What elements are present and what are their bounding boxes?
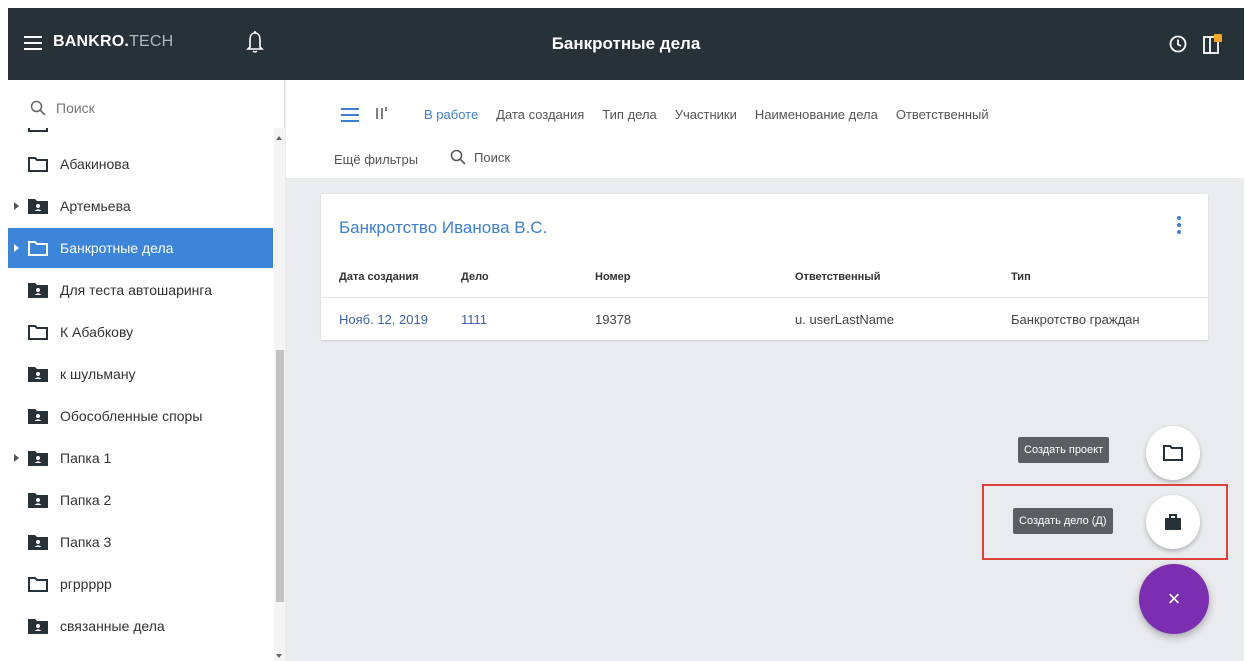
tree-item-partial[interactable] (8, 128, 273, 144)
column-header[interactable]: Номер (595, 271, 631, 283)
shared-folder-icon (28, 535, 48, 550)
shared-folder-icon (28, 409, 48, 424)
create-project-tooltip: Создать проект (1018, 437, 1110, 463)
shared-folder-icon (28, 619, 48, 634)
filter-bar: В работе Дата создания Тип дела Участники На… (286, 80, 1244, 178)
filter-item[interactable]: Ответственный (896, 107, 989, 122)
sidebar-folder-label: Для теста автошаринга (60, 282, 212, 298)
folder-icon (1163, 445, 1183, 461)
sidebar-folder-label: к шульману (60, 366, 136, 382)
shared-folder-icon (28, 367, 48, 382)
sidebar-folder-item[interactable]: Абакинова (8, 144, 273, 184)
sidebar-folder-label: Обособленные споры (60, 408, 203, 424)
sidebar-folder-item[interactable]: Банкротные дела (8, 228, 273, 268)
column-header[interactable]: Ответственный (795, 271, 880, 283)
sidebar-folder-item[interactable]: Для теста автошаринга (8, 270, 273, 310)
sidebar-folder-label: Абакинова (60, 156, 130, 172)
sidebar-search-label: Поиск (56, 100, 95, 116)
card-title[interactable]: Банкротство Иванова В.С. (339, 218, 547, 238)
page-title: Банкротные дела (551, 34, 701, 53)
sidebar-folder-item[interactable]: к шульману (8, 354, 273, 394)
filter-search[interactable]: Поиск (450, 149, 510, 165)
close-fab-button[interactable]: × (1139, 564, 1209, 634)
sidebar-folder-label: К Абабкову (60, 324, 134, 340)
app-window: BANKRO.TECH Банкротные дела Поиск Абакин… (8, 8, 1244, 661)
create-project-button[interactable] (1146, 426, 1200, 480)
sidebar-folder-item[interactable]: связанные дела (8, 606, 273, 646)
expand-caret-icon[interactable] (14, 244, 19, 252)
filter-item[interactable]: Участники (675, 107, 737, 122)
folder-outline-icon (28, 157, 48, 172)
more-filters-link[interactable]: Ещё фильтры (334, 152, 418, 167)
search-icon (450, 149, 466, 165)
expand-caret-icon[interactable] (14, 454, 19, 462)
panel-layout-icon[interactable] (1202, 33, 1224, 55)
sidebar-folder-label: Папка 1 (60, 450, 112, 466)
folder-outline-icon (28, 577, 48, 592)
column-header[interactable]: Тип (1011, 271, 1031, 283)
table-header: Дата создания Дело Номер Ответственный Т… (321, 256, 1208, 298)
scroll-down-arrow[interactable] (276, 654, 282, 658)
create-case-button[interactable] (1146, 495, 1200, 549)
columns-icon[interactable] (374, 106, 388, 120)
sidebar-folder-item[interactable]: Папка 2 (8, 480, 273, 520)
shared-folder-icon (28, 199, 48, 214)
case-card: Банкротство Иванова В.С. Дата создания Д… (321, 194, 1208, 340)
filter-list: В работе Дата создания Тип дела Участники На… (424, 107, 1007, 122)
scroll-up-arrow[interactable] (276, 136, 282, 140)
sidebar-folder-item[interactable]: Артемьева (8, 186, 273, 226)
sidebar-scroll-thumb[interactable] (276, 350, 284, 602)
expand-caret-icon[interactable] (14, 202, 19, 210)
search-icon (30, 100, 46, 116)
filter-item[interactable]: Тип дела (602, 107, 656, 122)
table-row[interactable]: Нояб. 12, 2019 1111 19378 u. userLastNam… (321, 298, 1208, 340)
sidebar-folder-label: Папка 3 (60, 534, 112, 550)
sidebar-folder-label: Артемьева (60, 198, 131, 214)
cell-type: Банкротство граждан (1011, 312, 1140, 327)
sidebar-folder-label: Банкротные дела (60, 240, 174, 256)
top-bar: BANKRO.TECH Банкротные дела (8, 8, 1244, 80)
column-header[interactable]: Дело (461, 271, 489, 283)
sidebar: Поиск Абакинова Артемьева Банкротные дела Д… (8, 80, 285, 661)
history-clock-icon[interactable] (1169, 35, 1187, 53)
sidebar-folder-item[interactable]: ргрpppp (8, 564, 273, 604)
sidebar-folder-item[interactable]: Папка 3 (8, 522, 273, 562)
briefcase-icon (1165, 514, 1181, 530)
folder-outline-icon (28, 241, 48, 256)
folder-outline-icon (28, 325, 48, 340)
cell-date[interactable]: Нояб. 12, 2019 (339, 312, 428, 327)
sidebar-folder-item[interactable]: Обособленные споры (8, 396, 273, 436)
filter-item[interactable]: Дата создания (496, 107, 584, 122)
sidebar-folder-label: связанные дела (60, 618, 165, 634)
cell-case[interactable]: 1111 (461, 312, 487, 327)
sidebar-folder-label: Папка 2 (60, 492, 112, 508)
create-case-tooltip: Создать дело (Д) (1013, 508, 1113, 534)
shared-folder-icon (28, 451, 48, 466)
shared-folder-icon (28, 283, 48, 298)
sidebar-folder-item[interactable]: К Абабкову (8, 312, 273, 352)
more-options-icon[interactable] (1176, 216, 1182, 236)
folder-icon (28, 128, 48, 132)
sidebar-search[interactable]: Поиск (30, 97, 95, 119)
filter-item[interactable]: Наименование дела (755, 107, 878, 122)
folder-tree: Абакинова Артемьева Банкротные дела Для тес… (8, 128, 273, 661)
filter-search-label: Поиск (474, 149, 511, 165)
cell-number: 19378 (595, 312, 632, 327)
filter-item[interactable]: В работе (424, 107, 478, 122)
shared-folder-icon (28, 493, 48, 508)
column-header[interactable]: Дата создания (339, 271, 419, 283)
sidebar-folder-item[interactable]: Папка 1 (8, 438, 273, 478)
list-view-icon[interactable] (341, 108, 359, 122)
sidebar-folder-label: ргрpppp (60, 576, 112, 592)
cell-responsible: u. userLastName (795, 312, 894, 327)
